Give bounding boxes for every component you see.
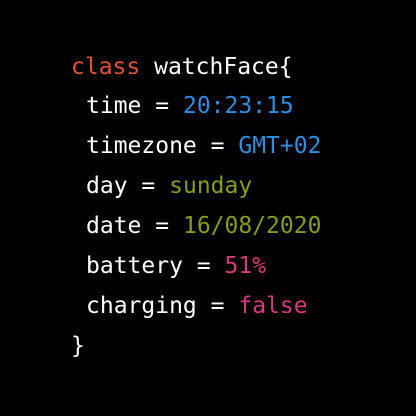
class-name: watchFace [154, 54, 279, 80]
equals-sign: = [155, 93, 170, 119]
equals-sign: = [210, 293, 225, 319]
date-value: 16/08/2020 [182, 213, 322, 239]
charging-label: charging [86, 293, 197, 319]
time-label: time [86, 93, 142, 119]
day-label: day [86, 173, 128, 199]
class-keyword: class [71, 54, 141, 80]
timezone-label: timezone [86, 133, 197, 159]
equals-sign: = [196, 253, 211, 279]
timezone-value: GMT+02 [238, 133, 322, 159]
class-declaration-line: class watchFace{ [71, 53, 293, 81]
battery-label: battery [86, 253, 183, 279]
equals-sign: = [155, 213, 170, 239]
day-value: sunday [169, 173, 253, 199]
date-label: date [86, 213, 142, 239]
time-line: time = 20:23:15 [86, 92, 294, 120]
day-line: day = sunday [86, 172, 252, 200]
close-brace: } [71, 333, 85, 359]
charging-line: charging = false [86, 292, 308, 320]
battery-line: battery = 51% [86, 252, 266, 280]
time-value: 20:23:15 [182, 93, 294, 119]
watch-face: class watchFace{ time = 20:23:15 timezon… [0, 0, 416, 416]
closing-brace-line: } [71, 332, 85, 360]
equals-sign: = [210, 133, 225, 159]
timezone-line: timezone = GMT+02 [86, 132, 321, 160]
equals-sign: = [141, 173, 156, 199]
battery-value: 51% [224, 253, 267, 279]
date-line: date = 16/08/2020 [86, 212, 321, 240]
open-brace: { [278, 54, 293, 80]
charging-value: false [238, 293, 308, 319]
